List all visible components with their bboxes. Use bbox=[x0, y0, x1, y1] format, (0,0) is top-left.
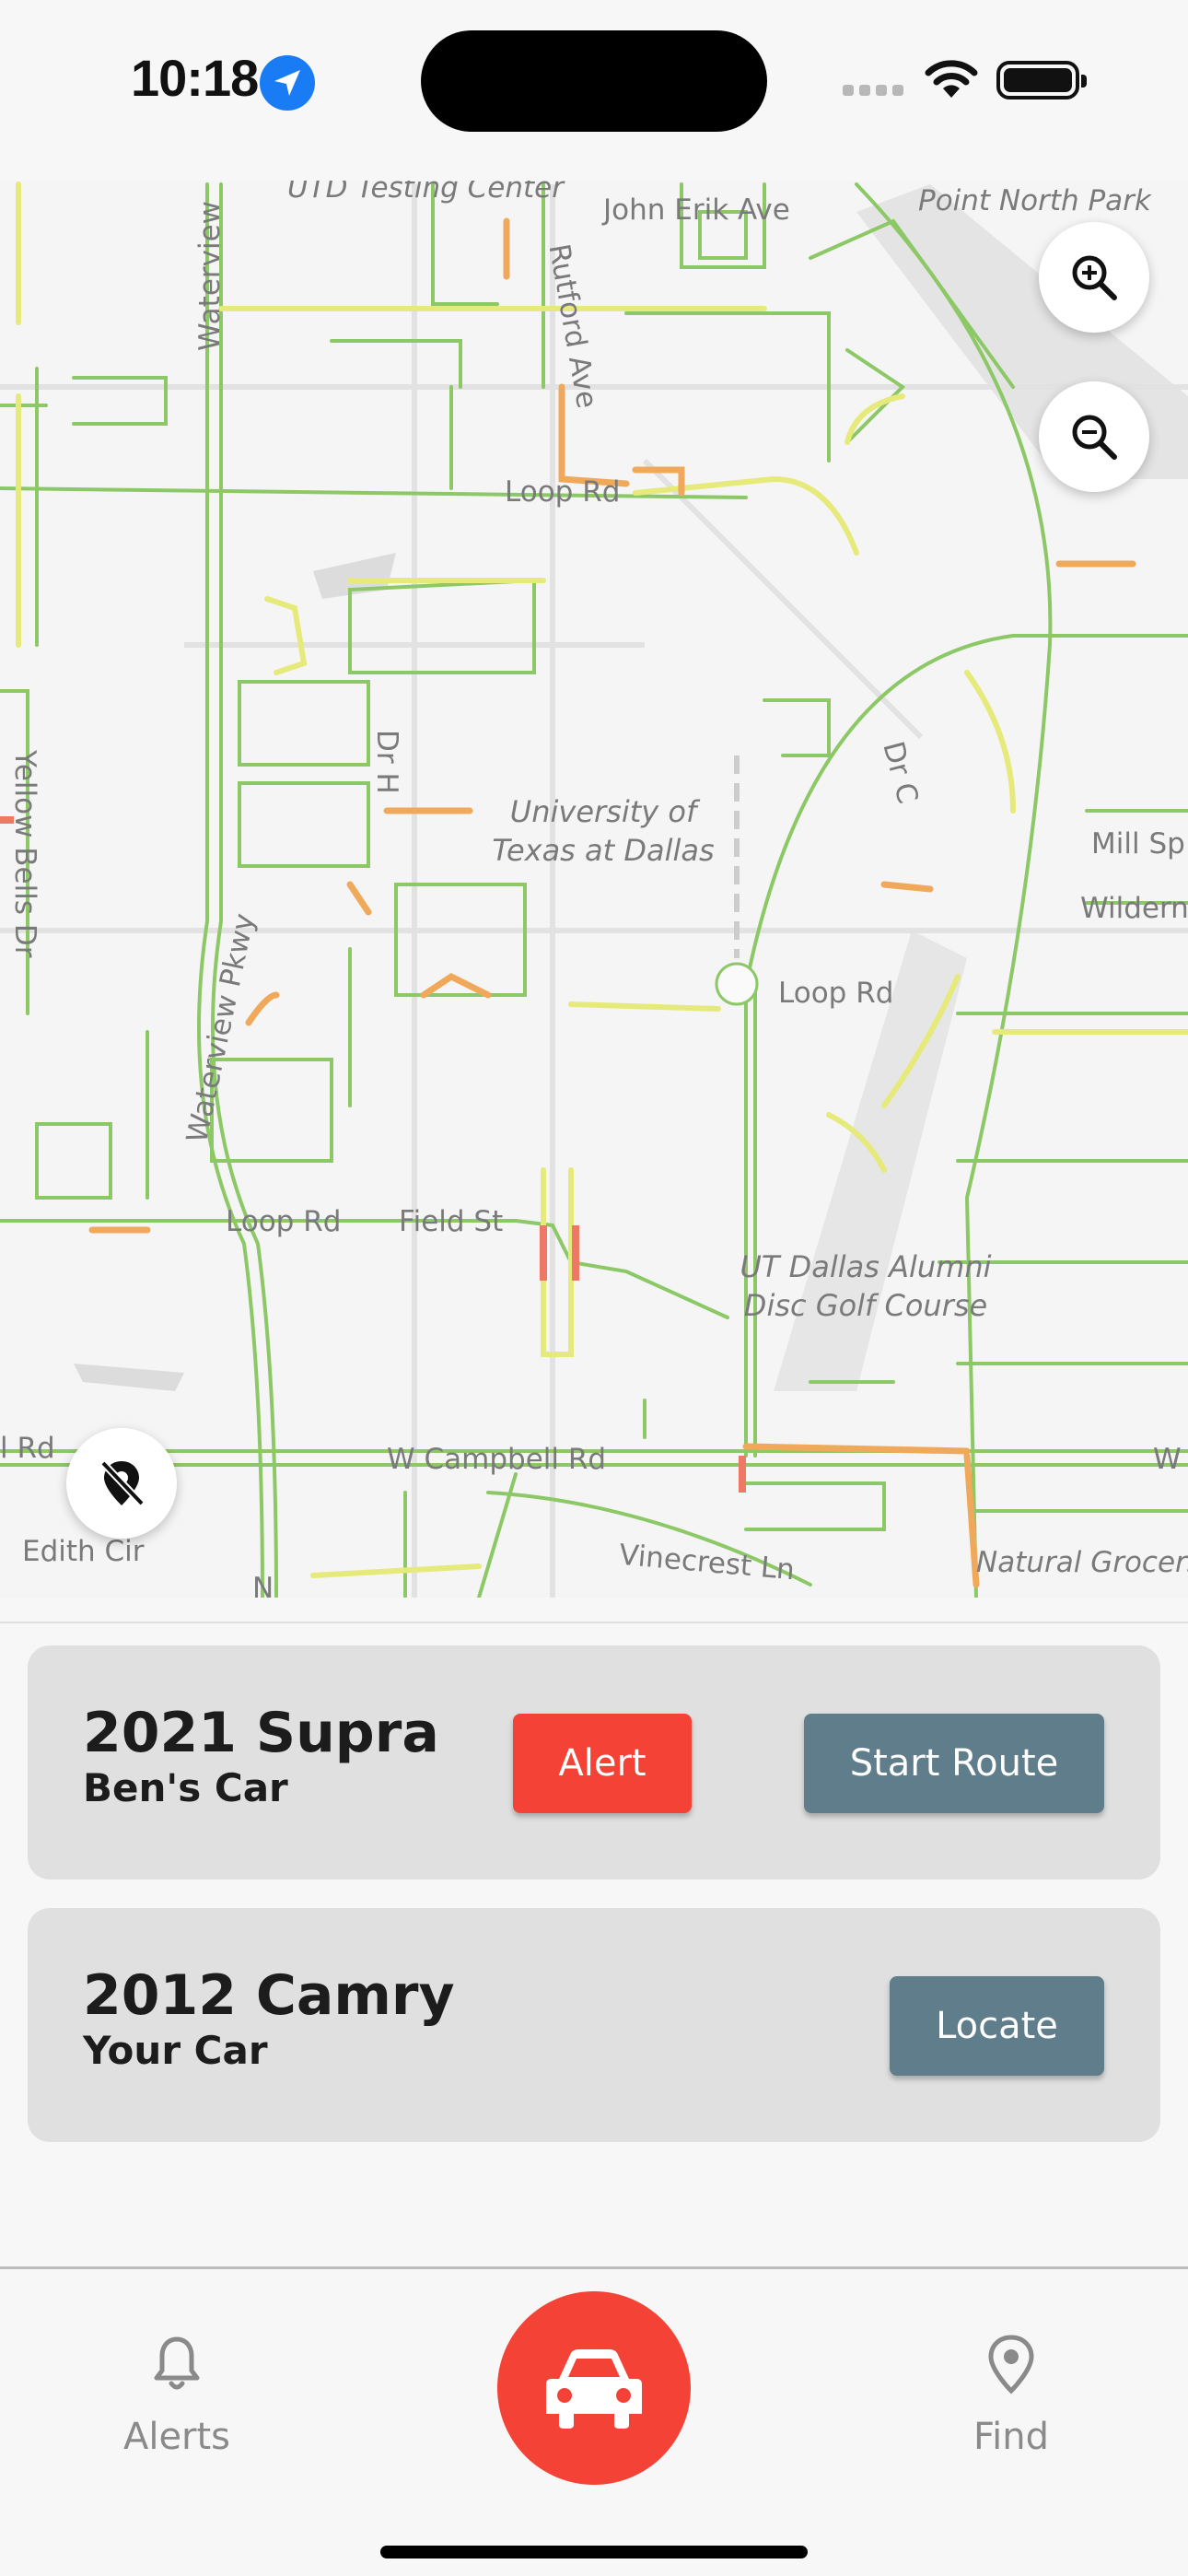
status-bar: 10:18 bbox=[0, 0, 1188, 181]
map-label-disc-golf: UT Dallas Alumni Disc Golf Course bbox=[737, 1247, 995, 1325]
car-owner: Your Car bbox=[83, 2028, 268, 2073]
wifi-icon bbox=[923, 57, 980, 100]
car-icon bbox=[546, 2349, 642, 2429]
home-indicator bbox=[380, 2546, 808, 2558]
zoom-in-button[interactable] bbox=[1039, 222, 1149, 333]
map-label-edith-cir: Edith Cir bbox=[22, 1535, 145, 1568]
zoom-out-icon bbox=[1072, 415, 1117, 460]
map-label-rd-left: l Rd bbox=[0, 1432, 55, 1465]
car-card-camry: 2012 Camry Your Car Locate bbox=[28, 1908, 1160, 2142]
map-label-loop-rd-west: Loop Rd bbox=[226, 1205, 342, 1238]
location-pin-icon bbox=[988, 2335, 1034, 2395]
map-label-yellow-bells-dr: Yellow Bells Dr bbox=[8, 750, 41, 958]
dynamic-island bbox=[421, 30, 767, 132]
map-label-loop-rd-east: Loop Rd bbox=[778, 977, 894, 1010]
car-model: 2012 Camry bbox=[83, 1963, 455, 2028]
map-label-disc-golf-line1: UT Dallas Alumni bbox=[740, 1249, 992, 1284]
location-off-icon bbox=[100, 1460, 145, 1506]
car-model: 2021 Supra bbox=[83, 1701, 439, 1765]
nav-alerts-label: Alerts bbox=[122, 2416, 231, 2458]
map-label-field-st: Field St bbox=[399, 1205, 504, 1238]
map-label-university-line1: University of bbox=[509, 794, 697, 829]
map-label-disc-golf-line2: Disc Golf Course bbox=[743, 1288, 988, 1323]
map-label-testing-center: UTD Testing Center bbox=[287, 181, 564, 205]
locate-button[interactable]: Locate bbox=[890, 1976, 1104, 2076]
battery-icon bbox=[996, 61, 1087, 100]
location-off-button[interactable] bbox=[66, 1428, 177, 1539]
map-label-w-right: W bbox=[1153, 1443, 1182, 1476]
bell-icon bbox=[154, 2336, 200, 2390]
status-time: 10:18 bbox=[131, 49, 259, 107]
map-label-n: N bbox=[252, 1572, 274, 1598]
map-view[interactable]: UTD Testing Center John Erik Ave Point N… bbox=[0, 181, 1188, 1598]
map-label-loop-rd-north: Loop Rd bbox=[505, 475, 621, 509]
car-card-supra: 2021 Supra Ben's Car Alert Start Route bbox=[28, 1645, 1160, 1879]
map-label-w-campbell-rd: W Campbell Rd bbox=[387, 1443, 607, 1476]
map-label-john-erik-ave: John Erik Ave bbox=[603, 193, 790, 227]
map-label-mill-sp: Mill Sp bbox=[1091, 827, 1185, 861]
map-label-point-north-park: Point North Park bbox=[918, 184, 1151, 217]
alert-button[interactable]: Alert bbox=[513, 1714, 692, 1813]
location-arrow-icon bbox=[260, 55, 315, 111]
nav-alerts[interactable]: Alerts bbox=[66, 2334, 287, 2458]
map-label-wildern: Wildern bbox=[1080, 892, 1188, 925]
start-route-button[interactable]: Start Route bbox=[804, 1714, 1104, 1813]
nav-find-label: Find bbox=[973, 2416, 1049, 2458]
map-label-dr-h: Dr H bbox=[370, 730, 403, 794]
bottom-nav: Alerts Find bbox=[0, 2266, 1188, 2576]
map-label-natural-grocers: Natural Grocers bbox=[976, 1546, 1188, 1579]
map-label-waterview: Waterview bbox=[193, 200, 227, 351]
map-label-university: University of Texas at Dallas bbox=[479, 792, 728, 870]
map-label-university-line2: Texas at Dallas bbox=[492, 833, 715, 868]
zoom-out-button[interactable] bbox=[1039, 381, 1149, 492]
car-owner: Ben's Car bbox=[83, 1765, 288, 1810]
zoom-in-icon bbox=[1072, 255, 1117, 300]
nav-find[interactable]: Find bbox=[901, 2334, 1122, 2458]
cellular-signal-icon bbox=[843, 85, 903, 98]
map-divider bbox=[0, 1622, 1188, 1623]
nav-car-button[interactable] bbox=[497, 2291, 691, 2485]
